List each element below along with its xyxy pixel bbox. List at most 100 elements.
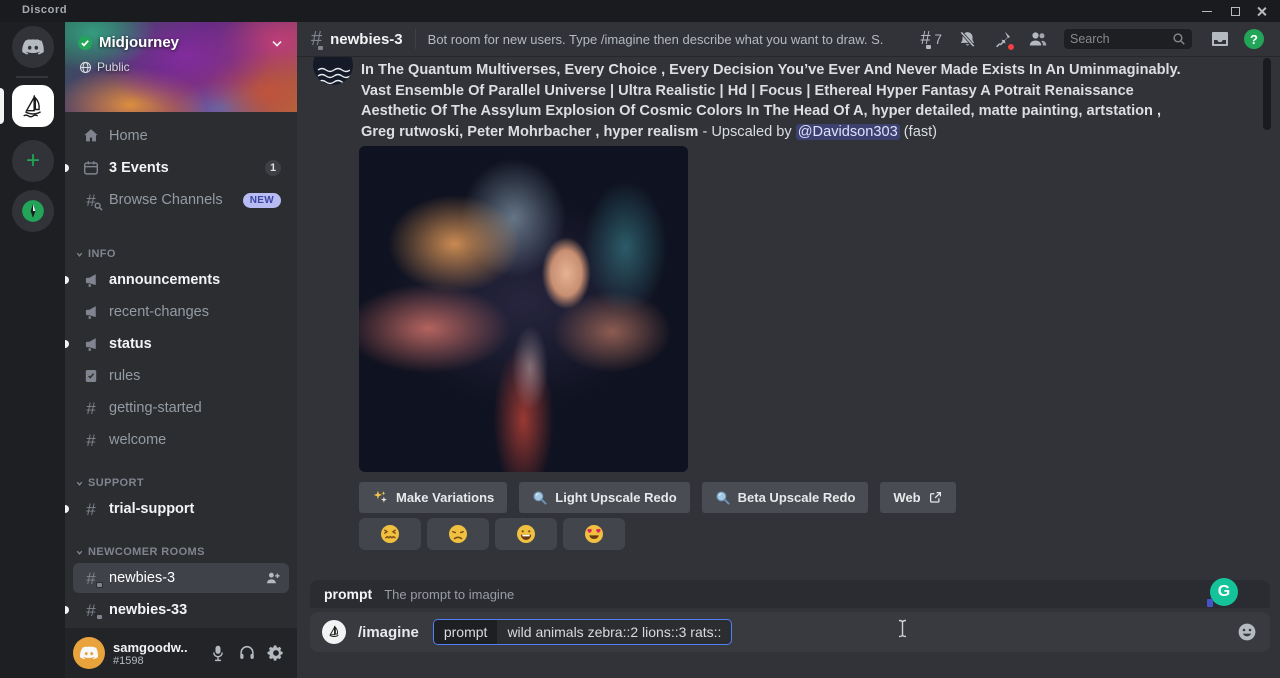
pin-alert-dot <box>1007 43 1015 51</box>
section-header-newcomer-rooms[interactable]: NEWCOMER ROOMS <box>75 546 205 558</box>
slash-option-hint: prompt The prompt to imagine <box>310 580 1270 608</box>
create-invite-icon[interactable] <box>265 570 281 586</box>
channel-title: newbies-3 <box>330 31 403 48</box>
user-mention[interactable]: @Davidson303 <box>796 124 900 140</box>
message-composer[interactable]: /imagine prompt wild animals zebra::2 li… <box>310 612 1270 652</box>
hash-icon: # <box>81 432 101 449</box>
user-discriminator: #1598 <box>113 655 187 667</box>
user-avatar[interactable] <box>73 637 105 669</box>
window-minimize-button[interactable] <box>1194 3 1220 19</box>
sidebar-item-home[interactable]: Home <box>73 122 289 150</box>
discord-home-button[interactable] <box>12 26 54 68</box>
midjourney-server-button[interactable] <box>12 85 54 127</box>
new-badge: NEW <box>243 193 281 208</box>
discord-logo-icon <box>21 35 45 59</box>
midjourney-bot-avatar <box>322 620 346 644</box>
help-icon[interactable]: ? <box>1244 29 1264 49</box>
verified-badge-icon <box>77 35 93 51</box>
member-list-icon[interactable] <box>1028 29 1048 49</box>
channel-header: # newbies-3 Bot room for new users. Type… <box>297 22 1280 57</box>
sidebar-item-trial-support[interactable]: # trial-support <box>73 494 289 524</box>
server-banner[interactable]: Midjourney Public <box>65 22 297 112</box>
app-title: Discord <box>22 4 67 16</box>
option-value-input[interactable]: wild animals zebra::2 lions::3 rats:: <box>497 624 731 640</box>
section-header-support[interactable]: SUPPORT <box>75 477 144 489</box>
unread-indicator <box>65 505 69 513</box>
home-icon <box>81 127 101 145</box>
megaphone-icon <box>81 336 101 353</box>
explore-servers-button[interactable] <box>12 190 54 232</box>
sidebar-item-getting-started[interactable]: # getting-started <box>73 393 289 423</box>
slash-command: /imagine <box>358 624 419 641</box>
sidebar-item-rules[interactable]: rules <box>73 361 289 391</box>
generated-image[interactable] <box>359 146 688 472</box>
reaction-disappointed[interactable] <box>427 518 489 550</box>
sailboat-icon <box>326 624 342 640</box>
inbox-icon[interactable] <box>1210 29 1230 49</box>
hash-icon: # <box>81 400 101 417</box>
command-option-field[interactable]: prompt wild animals zebra::2 lions::3 ra… <box>433 619 733 645</box>
notifications-muted-icon[interactable] <box>958 30 977 49</box>
gear-icon[interactable] <box>267 644 285 662</box>
server-visibility-label: Public <box>97 60 130 74</box>
sidebar-item-status[interactable]: status <box>73 329 289 359</box>
nav-label: Home <box>109 128 148 144</box>
grammarly-icon[interactable]: G <box>1210 578 1238 606</box>
sidebar-item-recent-changes[interactable]: recent-changes <box>73 297 289 327</box>
unread-indicator <box>65 340 69 348</box>
external-link-icon <box>928 490 943 505</box>
window-maximize-button[interactable] <box>1222 3 1248 19</box>
text-cursor <box>898 619 907 638</box>
threads-icon[interactable]: # 7 <box>920 29 942 49</box>
sidebar-item-events[interactable]: 3 Events 1 <box>73 154 289 182</box>
chevron-down-icon[interactable] <box>269 36 285 52</box>
events-count-badge: 1 <box>265 160 281 176</box>
search-input[interactable]: Search <box>1064 29 1192 49</box>
option-name-chip: prompt <box>434 620 498 644</box>
chevron-down-icon <box>75 548 84 557</box>
add-server-button[interactable]: + <box>12 140 54 182</box>
sidebar-item-newbies-3[interactable]: # newbies-3 <box>73 563 289 593</box>
megaphone-icon <box>81 304 101 321</box>
smiley-icon <box>1237 622 1257 642</box>
beta-upscale-redo-button[interactable]: Beta Upscale Redo <box>702 482 869 513</box>
header-divider <box>415 29 416 49</box>
headphones-icon[interactable] <box>238 644 256 662</box>
microphone-icon[interactable] <box>209 644 227 662</box>
section-header-info[interactable]: INFO <box>75 248 116 260</box>
upscale-mode: (fast) <box>900 124 937 140</box>
sparkles-icon <box>372 489 389 506</box>
megaphone-icon <box>81 272 101 289</box>
channel-sidebar: Midjourney Public Home 3 Events 1 # <box>65 22 297 678</box>
rules-icon <box>81 368 101 384</box>
heart-eyes-face-icon <box>584 524 604 544</box>
sidebar-item-welcome[interactable]: # welcome <box>73 425 289 455</box>
globe-icon <box>79 61 92 74</box>
sidebar-item-newbies-33[interactable]: # newbies-33 <box>73 595 289 625</box>
light-upscale-redo-button[interactable]: Light Upscale Redo <box>519 482 689 513</box>
channel-topic[interactable]: Bot room for new users. Type /imagine th… <box>428 32 883 47</box>
chat-scrollbar[interactable] <box>1263 58 1271 130</box>
magnifier-icon <box>532 490 548 506</box>
sidebar-item-browse-channels[interactable]: # Browse Channels NEW <box>73 186 289 214</box>
option-hint-description: The prompt to imagine <box>384 587 514 602</box>
hash-chat-icon: # <box>81 570 101 587</box>
emoji-picker-button[interactable] <box>1237 622 1257 642</box>
user-panel: samgoodw... #1598 <box>65 628 297 678</box>
window-close-button[interactable] <box>1248 3 1274 19</box>
unread-indicator <box>65 164 69 172</box>
chevron-down-icon <box>75 250 84 259</box>
make-variations-button[interactable]: Make Variations <box>359 482 507 513</box>
sailboat-icon <box>19 92 47 120</box>
selected-server-indicator <box>0 88 4 124</box>
pinned-messages-icon[interactable] <box>993 30 1012 49</box>
hash-chat-icon: # <box>81 602 101 619</box>
reaction-heart-eyes[interactable] <box>563 518 625 550</box>
sidebar-item-announcements[interactable]: announcements <box>73 265 289 295</box>
web-link-button[interactable]: Web <box>880 482 955 513</box>
hash-chat-icon: # <box>311 29 322 50</box>
reaction-confounded[interactable] <box>359 518 421 550</box>
grinning-face-icon <box>516 524 536 544</box>
nav-label: Browse Channels <box>109 192 223 208</box>
reaction-grinning[interactable] <box>495 518 557 550</box>
